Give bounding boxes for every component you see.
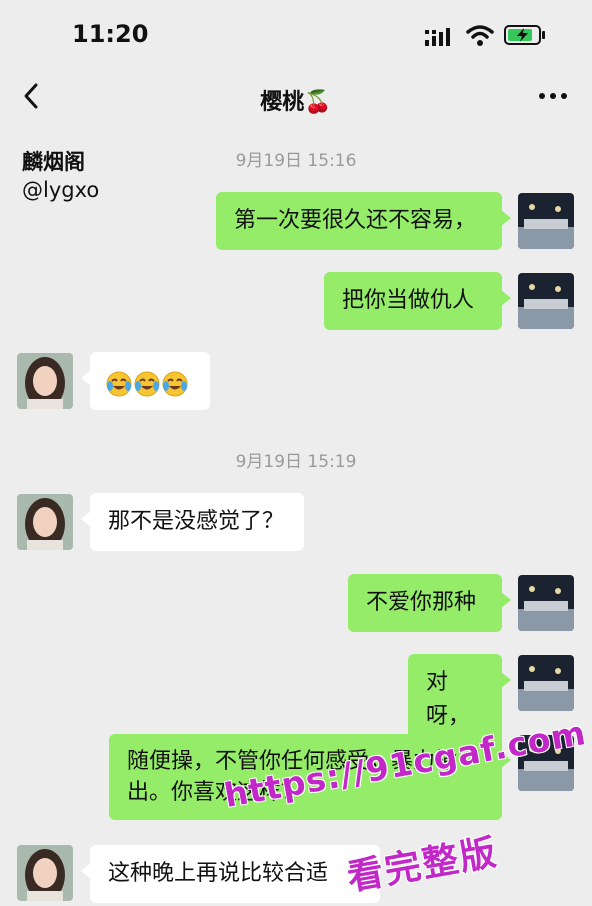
my-avatar[interactable] bbox=[518, 575, 574, 631]
sent-message-bubble[interactable]: 第一次要很久还不容易， bbox=[216, 192, 511, 250]
face-with-tears-of-joy-icon bbox=[162, 371, 188, 397]
received-emoji-bubble[interactable] bbox=[81, 352, 210, 410]
message-timestamp: 9月19日 15:19 bbox=[235, 452, 357, 472]
received-message-bubble[interactable]: 那不是没感觉了？ bbox=[81, 493, 304, 551]
message-timestamp: 9月19日 15:16 bbox=[235, 151, 357, 171]
cherry-emoji: 🍒 bbox=[304, 90, 332, 115]
face-with-tears-of-joy-icon bbox=[134, 371, 160, 397]
chat-title: 樱桃🍒 bbox=[0, 84, 592, 116]
status-time: 11:20 bbox=[72, 20, 149, 48]
chat-header: 樱桃🍒 bbox=[0, 70, 592, 122]
contact-avatar[interactable] bbox=[17, 494, 73, 550]
face-with-tears-of-joy-icon bbox=[106, 371, 132, 397]
cellular-signal-icon bbox=[425, 28, 450, 46]
wifi-icon bbox=[466, 25, 494, 46]
my-avatar[interactable] bbox=[518, 655, 574, 711]
received-message-bubble[interactable]: 这种晚上再说比较合适 bbox=[81, 845, 380, 903]
battery-charging-icon bbox=[504, 25, 545, 45]
status-bar: 11:20 bbox=[0, 0, 592, 70]
watermark-handle: @lygxo bbox=[22, 178, 100, 202]
more-options-icon[interactable] bbox=[536, 86, 570, 106]
sent-message-bubble[interactable]: 把你当做仇人 bbox=[324, 272, 511, 330]
promo-cta-overlay[interactable]: 看完整版 bbox=[343, 823, 502, 901]
my-avatar[interactable] bbox=[518, 273, 574, 329]
sent-message-bubble[interactable]: 不爱你那种 bbox=[348, 574, 511, 632]
contact-name: 樱桃 bbox=[260, 90, 305, 115]
contact-avatar[interactable] bbox=[17, 353, 73, 409]
my-avatar[interactable] bbox=[518, 193, 574, 249]
contact-avatar[interactable] bbox=[17, 845, 73, 901]
